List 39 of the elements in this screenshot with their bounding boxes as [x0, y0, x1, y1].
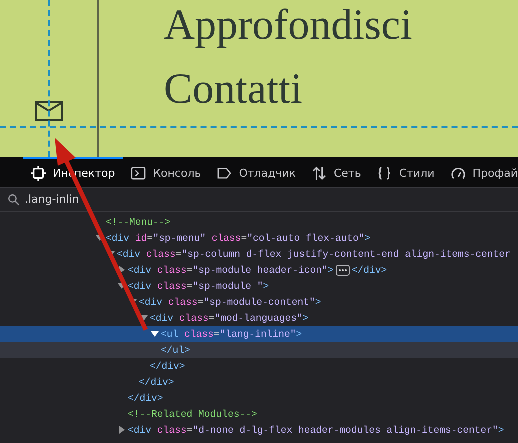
code-tag: </div> [128, 392, 164, 404]
code-tag[interactable]: <div class="sp-module "> [128, 280, 270, 292]
ellipsis-icon[interactable] [336, 264, 350, 276]
code-tag: </div> [139, 376, 174, 388]
code-tag[interactable]: <div class="sp-module header-icon"> [128, 264, 334, 276]
expanded-caret-icon[interactable] [96, 234, 104, 242]
code-tag[interactable]: <div id="sp-menu" class="col-auto flex-auto"> [106, 232, 371, 244]
selected-tree-row[interactable]: <ul class="lang-inline"> [0, 326, 518, 342]
code-tag[interactable]: <div class="sp-module-content"> [139, 296, 322, 308]
devtools-tab[interactable]: Консоль [123, 157, 210, 187]
expanded-caret-icon[interactable] [151, 330, 159, 338]
menu-link[interactable]: Contatti [164, 64, 412, 116]
code-tag[interactable]: <div class="sp-column d-flex justify-content-end align-items-center [117, 248, 511, 260]
collapsed-caret-icon[interactable] [118, 266, 126, 274]
code-tag: </ul> [161, 344, 190, 356]
debugger-icon [217, 166, 232, 180]
code-tag[interactable]: <ul class="lang-inline"> [161, 328, 302, 340]
code-tag[interactable]: <div class="d-none d-lg-flex header-modules align-items-center"> [128, 424, 504, 436]
braces-icon [377, 166, 392, 180]
expanded-caret-icon[interactable] [118, 282, 126, 290]
code-comment: <!--Related Modules--> [128, 408, 258, 420]
gauge-icon [450, 166, 466, 180]
devtools-tab[interactable]: Отладчик [209, 157, 304, 187]
expanded-caret-icon[interactable] [140, 314, 148, 322]
console-icon [131, 166, 146, 180]
collapsed-caret-icon[interactable] [118, 426, 126, 434]
devtools-tab[interactable]: Профай [442, 157, 518, 187]
menu-link[interactable]: Approfondisci [164, 0, 412, 52]
envelope-icon[interactable] [35, 101, 63, 121]
code-tag: </div> [352, 264, 388, 276]
network-icon [312, 166, 327, 180]
code-tag: </div> [150, 360, 186, 372]
search-icon [8, 194, 20, 206]
inspector-icon [31, 166, 46, 180]
devtools-tab[interactable]: Сеть [304, 157, 370, 187]
code-tag[interactable]: <div class="mod-languages"> [150, 312, 309, 324]
search-field[interactable]: .lang-inlin [25, 193, 225, 206]
devtools-tab[interactable]: Стили [369, 157, 443, 187]
code-comment: <!--Menu--> [106, 216, 171, 228]
